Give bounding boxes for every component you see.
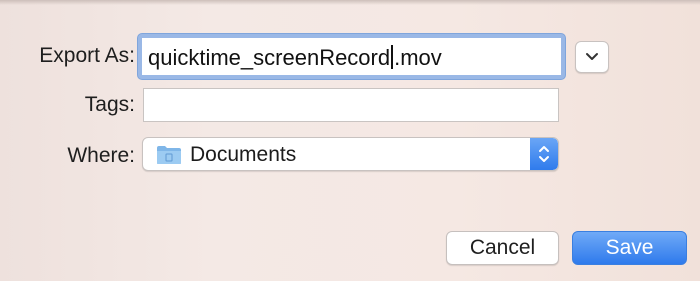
chevron-down-icon (586, 53, 598, 60)
expand-dialog-button[interactable] (575, 41, 609, 73)
export-as-label: Export As: (39, 44, 135, 67)
text-caret (391, 45, 394, 69)
save-button[interactable]: Save (572, 231, 687, 265)
location-stepper[interactable] (530, 138, 558, 170)
where-value: Documents (190, 143, 297, 166)
cancel-button[interactable]: Cancel (446, 231, 559, 265)
tags-label: Tags: (84, 93, 135, 116)
up-down-arrows-icon (539, 146, 549, 162)
where-location-popup[interactable]: Documents (142, 137, 559, 171)
window-top-edge (0, 0, 700, 5)
export-as-field[interactable]: quicktime_screenRecord .mov (138, 34, 565, 79)
folder-icon (157, 146, 181, 164)
where-label: Where: (67, 144, 135, 167)
export-as-value: quicktime_screenRecord .mov (148, 45, 442, 70)
tags-field[interactable] (143, 88, 559, 122)
